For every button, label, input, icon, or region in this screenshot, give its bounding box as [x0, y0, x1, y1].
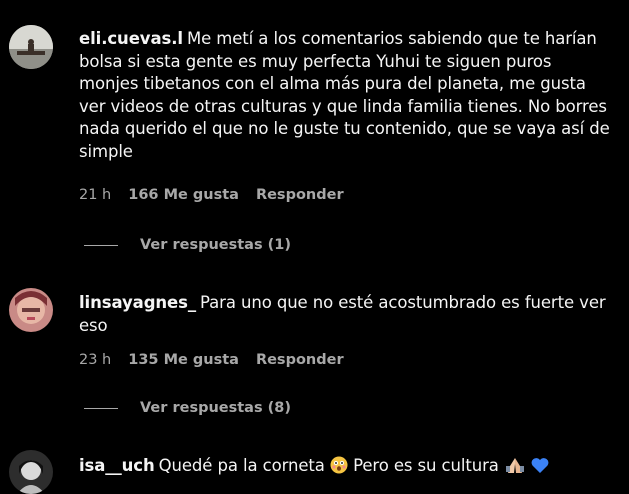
likes-count[interactable]: 135 Me gusta	[128, 352, 239, 368]
username[interactable]: linsayagnes_	[79, 293, 196, 312]
likes-count[interactable]: 166 Me gusta	[128, 187, 239, 203]
view-replies-label: Ver respuestas (8)	[140, 400, 291, 416]
reply-button[interactable]: Responder	[256, 352, 344, 368]
divider-line	[84, 244, 118, 246]
avatar-image	[9, 450, 53, 494]
comment-body: eli.cuevas.l Me metí a los comentarios sa…	[79, 28, 611, 163]
comment-meta: 21 h 166 Me gusta Responder	[79, 187, 344, 203]
blue-heart-emoji	[531, 457, 549, 481]
view-replies-label: Ver respuestas (1)	[140, 237, 291, 253]
timestamp: 21 h	[79, 187, 112, 203]
comment-text: Me metí a los comentarios sabiendo que t…	[79, 29, 610, 161]
comment-text-continued: Pero es su cultura	[353, 456, 499, 475]
view-replies-button[interactable]: Ver respuestas (1)	[84, 237, 291, 253]
avatar-image	[9, 288, 53, 332]
divider-line	[84, 407, 118, 409]
comment-body: isa__uch Quedé pa la corneta Pero es su c…	[79, 455, 611, 481]
comment-meta: 23 h 135 Me gusta Responder	[79, 352, 344, 368]
avatar[interactable]	[9, 450, 53, 494]
reply-button[interactable]: Responder	[256, 187, 344, 203]
timestamp: 23 h	[79, 352, 112, 368]
avatar[interactable]	[9, 288, 53, 332]
astonished-face-emoji	[330, 456, 348, 481]
praying-hands-emoji	[504, 456, 526, 481]
avatar-image	[9, 25, 53, 69]
username[interactable]: eli.cuevas.l	[79, 29, 183, 48]
comment-text: Quedé pa la corneta	[158, 456, 325, 475]
view-replies-button[interactable]: Ver respuestas (8)	[84, 400, 291, 416]
username[interactable]: isa__uch	[79, 456, 155, 475]
avatar[interactable]	[9, 25, 53, 69]
comment-body: linsayagnes_ Para uno que no esté acostum…	[79, 292, 611, 337]
